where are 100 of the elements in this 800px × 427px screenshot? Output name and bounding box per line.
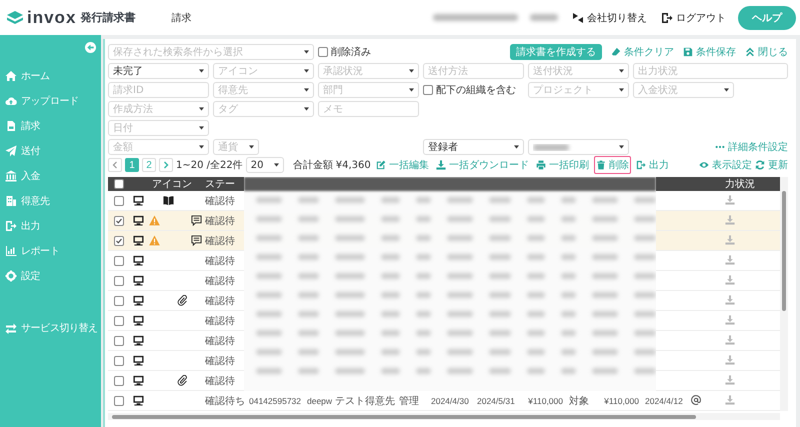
- input-field[interactable]: 出力状況: [633, 63, 788, 79]
- checkbox[interactable]: [318, 47, 328, 57]
- toolbar-action[interactable]: 削除: [594, 156, 631, 174]
- sidebar-item[interactable]: アップロード: [0, 88, 101, 113]
- caret-icon: [724, 88, 729, 92]
- sidebar-item[interactable]: 送付: [0, 138, 101, 163]
- table-cell-text: 確認待: [204, 354, 236, 368]
- edit-icon: [376, 160, 386, 170]
- checkbox[interactable]: [114, 179, 124, 189]
- dropdown[interactable]: 未完了: [108, 63, 209, 79]
- checkbox[interactable]: [114, 256, 124, 266]
- monitor-icon: [133, 355, 144, 366]
- collapse-icon[interactable]: [85, 42, 96, 53]
- sidebar-item[interactable]: 入金: [0, 163, 101, 188]
- dropdown[interactable]: 日付: [108, 120, 209, 136]
- checkbox[interactable]: [114, 216, 124, 226]
- chevron-left-icon: [111, 161, 119, 169]
- at-icon: [691, 394, 701, 404]
- dropdown[interactable]: 作成方法: [108, 101, 209, 117]
- table-cell-text: 確認待: [204, 214, 236, 228]
- toolbar-action[interactable]: 一括編集: [374, 156, 431, 174]
- dropdown[interactable]: アイコン: [213, 63, 314, 79]
- dropdown[interactable]: [528, 139, 629, 155]
- checkbox[interactable]: [114, 296, 124, 306]
- export-icon: [636, 160, 646, 170]
- caret-icon: [514, 145, 519, 149]
- previous-page-button[interactable]: [108, 158, 122, 172]
- table-cell-text: ¥110,000: [527, 396, 564, 406]
- page-button[interactable]: 1: [125, 158, 139, 172]
- help-button[interactable]: ヘルプ: [738, 6, 796, 30]
- action-link[interactable]: 閉じる: [745, 45, 788, 59]
- caret-icon: [409, 69, 414, 73]
- dropdown[interactable]: 金額: [108, 139, 209, 155]
- sidebar-item[interactable]: 設定: [0, 263, 101, 288]
- input-field[interactable]: 請求ID: [108, 82, 209, 98]
- company-switch-link[interactable]: 会社切り替え: [572, 10, 647, 24]
- toolbar-action[interactable]: 表示設定: [699, 158, 752, 172]
- download-icon: [725, 214, 735, 224]
- page-button[interactable]: 2: [142, 158, 156, 172]
- sidebar-item[interactable]: ホーム: [0, 63, 101, 88]
- dropdown[interactable]: 送付状況: [528, 63, 629, 79]
- record-range: 1~20 /全22件: [176, 159, 243, 172]
- scrollbar-thumb[interactable]: [782, 191, 786, 311]
- checkbox[interactable]: [114, 376, 124, 386]
- sidebar-item[interactable]: 請求: [0, 113, 101, 138]
- logout-link[interactable]: ログアウト: [661, 10, 726, 24]
- input-field[interactable]: メモ: [318, 101, 419, 117]
- table-cell-text: 確認待: [204, 234, 236, 248]
- checkbox-label: 配下の組織を含む: [436, 84, 516, 97]
- monitor-icon: [133, 375, 144, 386]
- bar-chart-icon: [5, 244, 17, 256]
- dropdown[interactable]: 登録者: [423, 139, 524, 155]
- dropdown[interactable]: タグ: [213, 101, 314, 117]
- toolbar-action[interactable]: 出力: [634, 156, 671, 174]
- table-cell-text: 確認待: [204, 294, 236, 308]
- dropdown[interactable]: 部門: [318, 82, 419, 98]
- next-page-button[interactable]: [159, 158, 173, 172]
- dropdown[interactable]: 得意先: [213, 82, 314, 98]
- action-link[interactable]: 条件保存: [683, 45, 736, 59]
- dropdown[interactable]: 入金状況: [633, 82, 734, 98]
- export-icon: [5, 220, 17, 232]
- page-size-dropdown[interactable]: 20: [246, 157, 284, 173]
- download-icon: [725, 194, 735, 204]
- create-invoice-button[interactable]: 請求書を作成する: [510, 44, 602, 60]
- brand-name: invox: [27, 8, 76, 28]
- dropdown[interactable]: プロジェクト: [528, 82, 629, 98]
- refresh-icon: [755, 160, 765, 170]
- checkbox[interactable]: [114, 316, 124, 326]
- action-link[interactable]: 条件クリア: [611, 45, 674, 59]
- detail-settings-link[interactable]: 詳細条件設定: [715, 140, 788, 154]
- checkbox[interactable]: [114, 276, 124, 286]
- monitor-icon: [133, 235, 144, 246]
- monitor-icon: [133, 215, 144, 226]
- nav-link[interactable]: 請求: [171, 10, 192, 24]
- download-icon: [725, 374, 735, 384]
- dropdown[interactable]: 保存された検索条件から選択: [108, 44, 314, 60]
- sidebar-item[interactable]: 得意先: [0, 188, 101, 213]
- checkbox[interactable]: [114, 396, 124, 406]
- toolbar-action[interactable]: 一括ダウンロード: [434, 156, 531, 174]
- toolbar-action[interactable]: 一括印刷: [534, 156, 591, 174]
- checkbox[interactable]: [114, 196, 124, 206]
- sidebar-item[interactable]: レポート: [0, 238, 101, 263]
- caret-icon: [304, 107, 309, 111]
- swap-icon: [5, 322, 17, 334]
- toolbar-action[interactable]: 更新: [755, 158, 788, 172]
- checkbox[interactable]: [114, 356, 124, 366]
- checkbox[interactable]: [114, 236, 124, 246]
- sidebar-item[interactable]: 出力: [0, 213, 101, 238]
- table-cell-text: deepw: [306, 396, 332, 406]
- input-field[interactable]: 送付方法: [423, 63, 524, 79]
- bank-icon: [5, 170, 17, 182]
- checkbox[interactable]: [114, 336, 124, 346]
- cloud-upload-icon: [5, 94, 17, 106]
- checkbox[interactable]: [423, 85, 433, 95]
- dropdown[interactable]: 承認状況: [318, 63, 419, 79]
- dropdown[interactable]: 通貨: [213, 139, 259, 155]
- scrollbar-thumb[interactable]: [112, 414, 696, 418]
- table-cell-text: 04142595732: [248, 396, 302, 406]
- sidebar-item[interactable]: サービス切り替え: [0, 315, 101, 340]
- download-icon: [725, 234, 735, 244]
